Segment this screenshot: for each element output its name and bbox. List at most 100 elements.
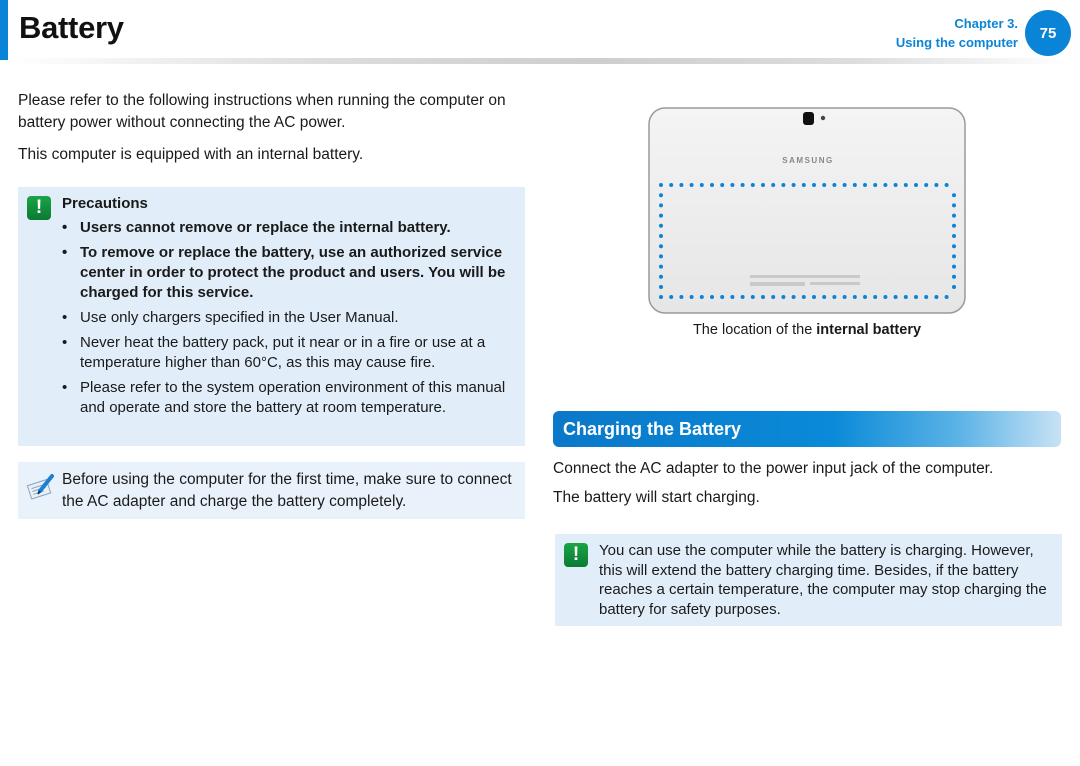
brand-logo: SAMSUNG <box>782 156 833 165</box>
battery-outline-dot <box>761 295 765 299</box>
battery-outline-dot <box>699 183 704 187</box>
battery-outline-dot <box>883 295 888 299</box>
battery-outline-dot <box>781 183 786 187</box>
battery-outline-dot <box>659 264 663 269</box>
battery-outline-dot <box>710 183 714 187</box>
battery-outline-dot <box>952 234 956 238</box>
battery-outline-dot <box>659 274 663 279</box>
battery-outline-dot <box>659 244 663 249</box>
battery-outline-dot <box>832 295 837 299</box>
battery-outline-dot <box>903 295 908 299</box>
battery-outline-dot <box>952 223 956 228</box>
precaution-item: Please refer to the system operation env… <box>62 378 522 418</box>
battery-outline-dot <box>822 295 827 299</box>
battery-outline-dot <box>679 183 684 187</box>
battery-outline-dot <box>852 183 857 187</box>
precaution-item: To remove or replace the battery, use an… <box>62 243 522 303</box>
battery-outline-dot <box>952 244 956 249</box>
battery-outline-dot <box>659 254 663 259</box>
precautions-title: Precautions <box>62 195 148 212</box>
battery-outline-dot <box>893 183 898 187</box>
battery-outline-dot <box>740 295 745 299</box>
battery-outline-dot <box>659 295 663 299</box>
note-pencil-icon <box>26 474 54 500</box>
precaution-item: Use only chargers specified in the User … <box>62 308 522 328</box>
charging-paragraph: Connect the AC adapter to the power inpu… <box>553 460 994 477</box>
chapter-label: Chapter 3. <box>954 16 1018 31</box>
battery-outline-dot <box>689 295 694 299</box>
battery-outline-dot <box>952 274 956 279</box>
battery-outline-dot <box>893 295 898 299</box>
tablet-back-illustration: SAMSUNG <box>648 107 966 314</box>
battery-outline-dot <box>934 295 939 299</box>
battery-outline-dot <box>944 295 949 299</box>
page-title: Battery <box>19 10 124 45</box>
battery-outline-dot <box>659 223 663 228</box>
battery-outline-dot <box>730 183 735 187</box>
battery-outline-dot <box>699 295 704 299</box>
battery-outline-dot <box>791 295 796 299</box>
battery-outline-dot <box>914 183 918 187</box>
battery-outline-dot <box>812 295 816 299</box>
battery-outline-dot <box>903 183 908 187</box>
battery-outline-dot <box>750 295 755 299</box>
battery-outline-dot <box>659 213 663 218</box>
charging-paragraph-start: The battery will start charging. <box>553 489 760 506</box>
battery-outline-dot <box>863 183 867 187</box>
battery-outline-dot <box>842 295 847 299</box>
caption-bold: internal battery <box>816 322 922 338</box>
battery-outline-dot <box>863 295 867 299</box>
battery-outline-dot <box>659 285 663 289</box>
battery-outline-dot <box>952 264 956 269</box>
battery-outline-dot <box>720 295 725 299</box>
battery-outline-dot <box>771 295 776 299</box>
tablet-back-figure: SAMSUNG <box>648 107 966 315</box>
battery-outline-dot <box>842 183 847 187</box>
battery-outline-dot <box>852 295 857 299</box>
precaution-item: Never heat the battery pack, put it near… <box>62 333 522 373</box>
chapter-name: Using the computer <box>895 35 1018 50</box>
page-number-badge: 75 <box>1025 10 1071 56</box>
battery-outline-dot <box>924 183 929 187</box>
battery-outline-dot <box>740 183 745 187</box>
precaution-item: Users cannot remove or replace the inter… <box>62 218 522 238</box>
battery-outline-dot <box>730 295 735 299</box>
battery-outline-dot <box>781 295 786 299</box>
figure-caption: The location of the internal battery <box>648 322 966 338</box>
battery-outline-dot <box>659 234 663 238</box>
battery-outline-dot <box>944 183 949 187</box>
battery-outline-dot <box>801 295 806 299</box>
note-text: Before using the computer for the first … <box>62 471 512 510</box>
battery-outline-dot <box>952 203 956 208</box>
tip-text: You can use the computer while the batte… <box>599 542 1047 618</box>
warning-exclamation-icon: ! <box>27 196 51 220</box>
battery-outline-dot <box>812 183 816 187</box>
intro-paragraph: Please refer to the following instructio… <box>18 92 506 131</box>
battery-outline-dot <box>720 183 725 187</box>
battery-outline-dot <box>750 183 755 187</box>
battery-outline-dot <box>801 183 806 187</box>
battery-outline-dot <box>873 183 878 187</box>
camera-icon <box>803 112 814 125</box>
battery-outline-dot <box>679 295 684 299</box>
header-divider <box>8 58 1068 64</box>
battery-outline-dot <box>952 285 956 289</box>
battery-outline-dot <box>659 203 663 208</box>
header-accent-bar <box>0 0 8 60</box>
battery-outline-dot <box>883 183 888 187</box>
battery-outline-dot <box>791 183 796 187</box>
battery-outline-dot <box>952 213 956 218</box>
battery-outline-dot <box>914 295 918 299</box>
chapter-heading: Chapter 3. Using the computer <box>896 14 1018 52</box>
warning-exclamation-icon: ! <box>564 543 588 567</box>
battery-outline-dot <box>934 183 939 187</box>
battery-outline-dot <box>659 193 663 198</box>
battery-outline-dot <box>952 254 956 259</box>
battery-outline-dot <box>822 183 827 187</box>
battery-outline-dot <box>689 183 694 187</box>
battery-outline-dot <box>659 183 663 187</box>
battery-outline-dot <box>669 295 674 299</box>
caption-prefix: The location of the <box>692 322 817 338</box>
battery-outline-dot <box>952 193 956 198</box>
intro-paragraph-battery: This computer is equipped with an intern… <box>18 146 364 163</box>
